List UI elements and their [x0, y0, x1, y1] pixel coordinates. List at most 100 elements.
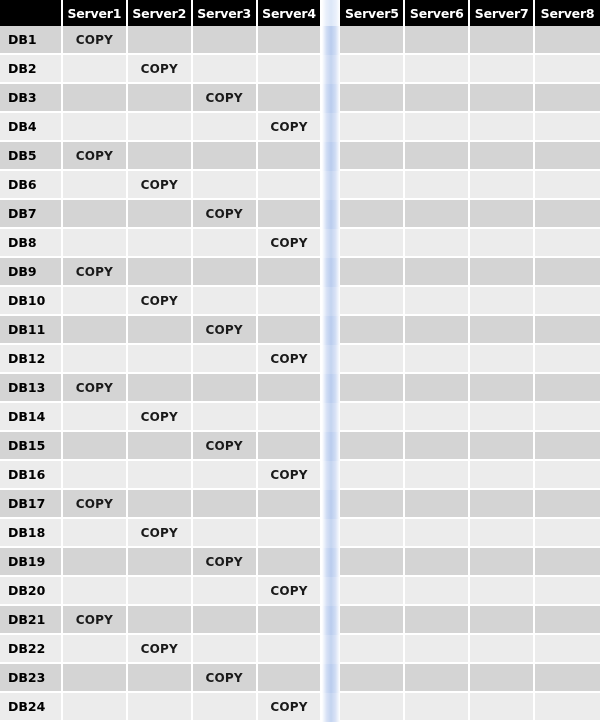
column-header-server7[interactable]: Server7 [470, 0, 536, 26]
empty-cell[interactable] [405, 461, 471, 490]
empty-cell[interactable] [192, 258, 258, 287]
empty-cell[interactable] [535, 229, 600, 258]
empty-cell[interactable] [405, 606, 471, 635]
empty-cell[interactable] [535, 26, 600, 55]
empty-cell[interactable] [470, 287, 536, 316]
empty-cell[interactable] [405, 519, 471, 548]
empty-cell[interactable] [257, 258, 323, 287]
empty-cell[interactable] [127, 142, 193, 171]
empty-cell[interactable] [257, 432, 323, 461]
empty-cell[interactable] [192, 374, 258, 403]
empty-cell[interactable] [470, 26, 536, 55]
copy-cell[interactable]: COPY [127, 55, 193, 84]
copy-cell[interactable]: COPY [62, 374, 128, 403]
empty-cell[interactable] [62, 316, 128, 345]
empty-cell[interactable] [62, 432, 128, 461]
empty-cell[interactable] [405, 664, 471, 693]
empty-cell[interactable] [470, 693, 536, 722]
empty-cell[interactable] [127, 432, 193, 461]
row-header-db7[interactable]: DB7 [0, 200, 63, 229]
empty-cell[interactable] [470, 258, 536, 287]
empty-cell[interactable] [405, 26, 471, 55]
copy-cell[interactable]: COPY [127, 171, 193, 200]
copy-cell[interactable]: COPY [257, 345, 323, 374]
empty-cell[interactable] [192, 519, 258, 548]
column-header-server2[interactable]: Server2 [127, 0, 193, 26]
column-header-server3[interactable]: Server3 [192, 0, 258, 26]
empty-cell[interactable] [127, 664, 193, 693]
empty-cell[interactable] [257, 287, 323, 316]
empty-cell[interactable] [535, 258, 600, 287]
empty-cell[interactable] [340, 84, 406, 113]
empty-cell[interactable] [127, 374, 193, 403]
empty-cell[interactable] [535, 403, 600, 432]
row-header-db16[interactable]: DB16 [0, 461, 63, 490]
empty-cell[interactable] [192, 345, 258, 374]
row-header-db8[interactable]: DB8 [0, 229, 63, 258]
copy-cell[interactable]: COPY [192, 316, 258, 345]
empty-cell[interactable] [340, 26, 406, 55]
empty-cell[interactable] [405, 287, 471, 316]
column-header-server6[interactable]: Server6 [405, 0, 471, 26]
empty-cell[interactable] [340, 403, 406, 432]
column-header-server5[interactable]: Server5 [340, 0, 406, 26]
row-header-db3[interactable]: DB3 [0, 84, 63, 113]
empty-cell[interactable] [535, 432, 600, 461]
empty-cell[interactable] [535, 374, 600, 403]
empty-cell[interactable] [405, 113, 471, 142]
row-header-db1[interactable]: DB1 [0, 26, 63, 55]
empty-cell[interactable] [192, 490, 258, 519]
empty-cell[interactable] [340, 287, 406, 316]
row-header-db23[interactable]: DB23 [0, 664, 63, 693]
empty-cell[interactable] [470, 142, 536, 171]
empty-cell[interactable] [535, 519, 600, 548]
copy-cell[interactable]: COPY [257, 113, 323, 142]
empty-cell[interactable] [535, 316, 600, 345]
copy-cell[interactable]: COPY [192, 84, 258, 113]
empty-cell[interactable] [62, 55, 128, 84]
empty-cell[interactable] [535, 490, 600, 519]
empty-cell[interactable] [535, 113, 600, 142]
empty-cell[interactable] [340, 606, 406, 635]
empty-cell[interactable] [340, 113, 406, 142]
empty-cell[interactable] [405, 55, 471, 84]
row-header-db15[interactable]: DB15 [0, 432, 63, 461]
empty-cell[interactable] [257, 374, 323, 403]
empty-cell[interactable] [340, 548, 406, 577]
empty-cell[interactable] [340, 142, 406, 171]
empty-cell[interactable] [127, 461, 193, 490]
empty-cell[interactable] [340, 374, 406, 403]
copy-cell[interactable]: COPY [62, 26, 128, 55]
empty-cell[interactable] [257, 26, 323, 55]
row-header-db24[interactable]: DB24 [0, 693, 63, 722]
empty-cell[interactable] [405, 229, 471, 258]
row-header-db13[interactable]: DB13 [0, 374, 63, 403]
empty-cell[interactable] [535, 548, 600, 577]
empty-cell[interactable] [535, 171, 600, 200]
empty-cell[interactable] [470, 374, 536, 403]
empty-cell[interactable] [340, 345, 406, 374]
empty-cell[interactable] [340, 664, 406, 693]
empty-cell[interactable] [62, 664, 128, 693]
empty-cell[interactable] [257, 142, 323, 171]
empty-cell[interactable] [470, 113, 536, 142]
empty-cell[interactable] [470, 229, 536, 258]
empty-cell[interactable] [62, 345, 128, 374]
empty-cell[interactable] [535, 55, 600, 84]
copy-cell[interactable]: COPY [192, 432, 258, 461]
empty-cell[interactable] [127, 490, 193, 519]
row-header-db12[interactable]: DB12 [0, 345, 63, 374]
empty-cell[interactable] [470, 519, 536, 548]
empty-cell[interactable] [257, 606, 323, 635]
empty-cell[interactable] [340, 316, 406, 345]
empty-cell[interactable] [405, 142, 471, 171]
row-header-db18[interactable]: DB18 [0, 519, 63, 548]
empty-cell[interactable] [62, 403, 128, 432]
empty-cell[interactable] [535, 635, 600, 664]
row-header-db20[interactable]: DB20 [0, 577, 63, 606]
empty-cell[interactable] [257, 403, 323, 432]
row-header-db4[interactable]: DB4 [0, 113, 63, 142]
empty-cell[interactable] [470, 461, 536, 490]
empty-cell[interactable] [192, 287, 258, 316]
empty-cell[interactable] [470, 345, 536, 374]
